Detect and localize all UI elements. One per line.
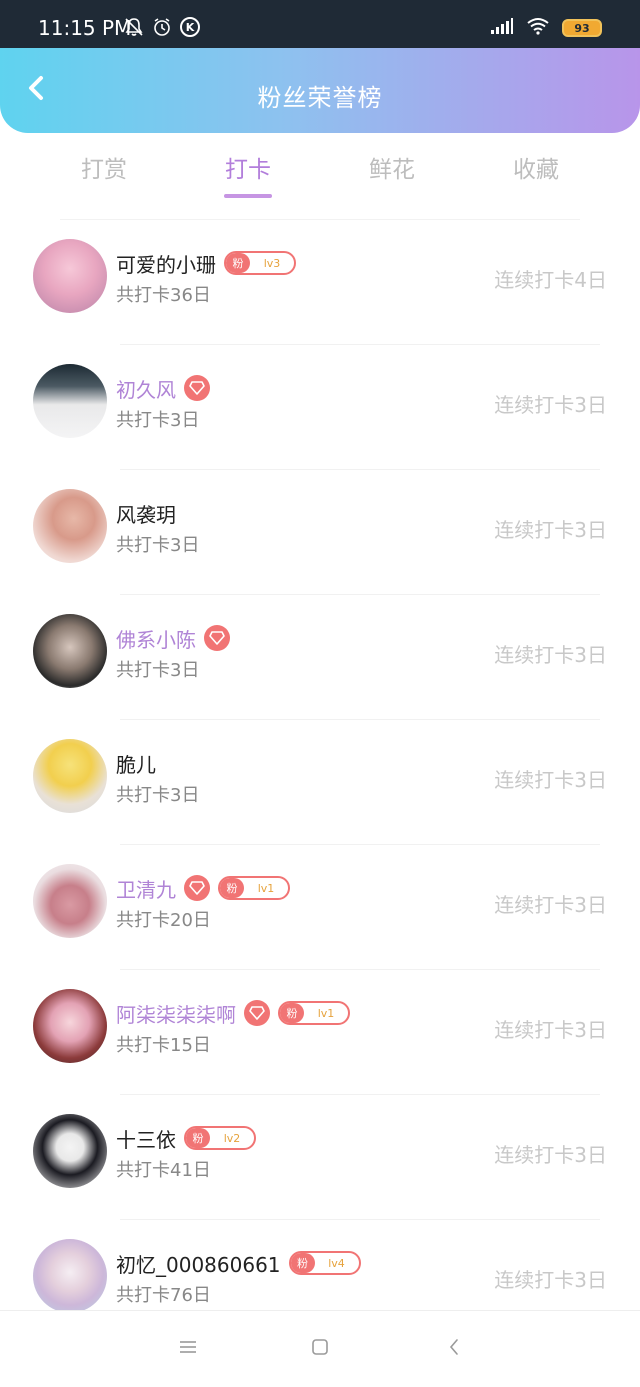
user-name: 风袭玥 bbox=[116, 502, 176, 527]
fan-level: lv3 bbox=[263, 256, 281, 270]
fan-badge-label: 粉 bbox=[226, 253, 250, 273]
list-item[interactable]: 可爱的小珊 粉 lv3 共打卡36日 连续打卡4日 bbox=[0, 220, 640, 345]
fan-level: lv2 bbox=[223, 1131, 241, 1145]
streak-checkin: 连续打卡3日 bbox=[494, 1268, 607, 1292]
status-bar: 11:15 PM K 93 bbox=[0, 0, 640, 48]
diamond-icon bbox=[184, 375, 210, 401]
total-checkin: 共打卡20日 bbox=[116, 910, 211, 931]
list-item[interactable]: 阿柒柒柒柒啊 粉 lv1 共打卡15日 连续打卡3日 bbox=[0, 970, 640, 1095]
streak-checkin: 连续打卡4日 bbox=[494, 268, 607, 292]
fan-badge: 粉 lv1 bbox=[218, 876, 290, 900]
streak-checkin: 连续打卡3日 bbox=[494, 643, 607, 667]
tab-favorites[interactable]: 收藏 bbox=[464, 150, 608, 200]
list-item[interactable]: 十三依 粉 lv2 共打卡41日 连续打卡3日 bbox=[0, 1095, 640, 1220]
user-name: 脆儿 bbox=[116, 752, 156, 777]
k-icon: K bbox=[180, 17, 200, 37]
fan-badge: 粉 lv2 bbox=[184, 1126, 256, 1150]
system-nav-bar bbox=[0, 1310, 640, 1387]
diamond-icon bbox=[204, 625, 230, 651]
tab-checkin[interactable]: 打卡 bbox=[176, 150, 320, 200]
avatar[interactable] bbox=[33, 989, 107, 1063]
home-button[interactable] bbox=[308, 1337, 332, 1361]
streak-checkin: 连续打卡3日 bbox=[494, 768, 607, 792]
page-title: 粉丝荣誉榜 bbox=[257, 84, 383, 112]
user-name: 初忆_000860661 bbox=[116, 1252, 281, 1277]
menu-icon bbox=[178, 1339, 198, 1359]
avatar[interactable] bbox=[33, 739, 107, 813]
streak-checkin: 连续打卡3日 bbox=[494, 1143, 607, 1167]
tab-label: 打卡 bbox=[225, 157, 271, 183]
home-square-icon bbox=[310, 1337, 330, 1361]
tab-flowers[interactable]: 鲜花 bbox=[320, 150, 464, 200]
fan-level: lv1 bbox=[317, 1006, 335, 1020]
streak-checkin: 连续打卡3日 bbox=[494, 893, 607, 917]
fan-badge-label: 粉 bbox=[290, 1253, 315, 1273]
tab-label: 鲜花 bbox=[369, 157, 415, 183]
list-item[interactable]: 佛系小陈 共打卡3日 连续打卡3日 bbox=[0, 595, 640, 720]
menu-button[interactable] bbox=[176, 1337, 200, 1361]
header: 粉丝荣誉榜 bbox=[0, 48, 640, 133]
user-name: 可爱的小珊 bbox=[116, 252, 216, 277]
total-checkin: 共打卡3日 bbox=[116, 410, 200, 431]
list-item[interactable]: 卫清九 粉 lv1 共打卡20日 连续打卡3日 bbox=[0, 845, 640, 970]
status-time: 11:15 PM bbox=[38, 16, 132, 40]
status-icons-left: K bbox=[124, 17, 200, 41]
signal-icon bbox=[490, 17, 514, 39]
total-checkin: 共打卡15日 bbox=[116, 1035, 211, 1056]
fan-badge-label: 粉 bbox=[220, 878, 244, 898]
fan-badge-label: 粉 bbox=[280, 1003, 304, 1023]
user-name: 阿柒柒柒柒啊 bbox=[116, 1002, 236, 1027]
avatar[interactable] bbox=[33, 614, 107, 688]
total-checkin: 共打卡41日 bbox=[116, 1160, 211, 1181]
list-item[interactable]: 脆儿 共打卡3日 连续打卡3日 bbox=[0, 720, 640, 845]
diamond-icon bbox=[244, 1000, 270, 1026]
avatar[interactable] bbox=[33, 864, 107, 938]
tab-reward[interactable]: 打赏 bbox=[32, 150, 176, 200]
tab-label: 收藏 bbox=[513, 157, 559, 183]
avatar[interactable] bbox=[33, 1239, 107, 1313]
tab-label: 打赏 bbox=[81, 157, 127, 183]
list-item[interactable]: 风袭玥 共打卡3日 连续打卡3日 bbox=[0, 470, 640, 595]
diamond-icon bbox=[184, 875, 210, 901]
bell-off-icon bbox=[124, 17, 144, 41]
total-checkin: 共打卡76日 bbox=[116, 1285, 211, 1306]
fan-badge: 粉 lv3 bbox=[224, 251, 296, 275]
user-name: 卫清九 bbox=[116, 877, 176, 902]
wifi-icon bbox=[526, 17, 550, 39]
avatar[interactable] bbox=[33, 489, 107, 563]
avatar[interactable] bbox=[33, 364, 107, 438]
status-icons-right: 93 bbox=[490, 17, 602, 39]
back-icon bbox=[446, 1337, 462, 1361]
total-checkin: 共打卡3日 bbox=[116, 660, 200, 681]
fan-badge: 粉 lv4 bbox=[288, 1251, 361, 1275]
system-back-button[interactable] bbox=[442, 1337, 466, 1361]
streak-checkin: 连续打卡3日 bbox=[494, 1018, 607, 1042]
fan-level: lv1 bbox=[257, 881, 275, 895]
fan-badge-label: 粉 bbox=[186, 1128, 210, 1148]
streak-checkin: 连续打卡3日 bbox=[494, 518, 607, 542]
total-checkin: 共打卡3日 bbox=[116, 535, 200, 556]
avatar[interactable] bbox=[33, 239, 107, 313]
list-item[interactable]: 初久风 共打卡3日 连续打卡3日 bbox=[0, 345, 640, 470]
user-name: 初久风 bbox=[116, 377, 176, 402]
fan-list: 可爱的小珊 粉 lv3 共打卡36日 连续打卡4日 初久风 共打卡3日 连续打卡3… bbox=[0, 220, 640, 1345]
tab-underline bbox=[224, 194, 272, 198]
fan-level: lv4 bbox=[328, 1256, 345, 1270]
total-checkin: 共打卡3日 bbox=[116, 785, 200, 806]
alarm-icon bbox=[152, 17, 172, 41]
streak-checkin: 连续打卡3日 bbox=[494, 393, 607, 417]
total-checkin: 共打卡36日 bbox=[116, 285, 211, 306]
user-name: 十三依 bbox=[116, 1127, 176, 1152]
battery-indicator: 93 bbox=[562, 19, 602, 37]
tab-bar: 打赏 打卡 鲜花 收藏 bbox=[32, 150, 608, 200]
user-name: 佛系小陈 bbox=[116, 627, 196, 652]
avatar[interactable] bbox=[33, 1114, 107, 1188]
fan-badge: 粉 lv1 bbox=[278, 1001, 350, 1025]
